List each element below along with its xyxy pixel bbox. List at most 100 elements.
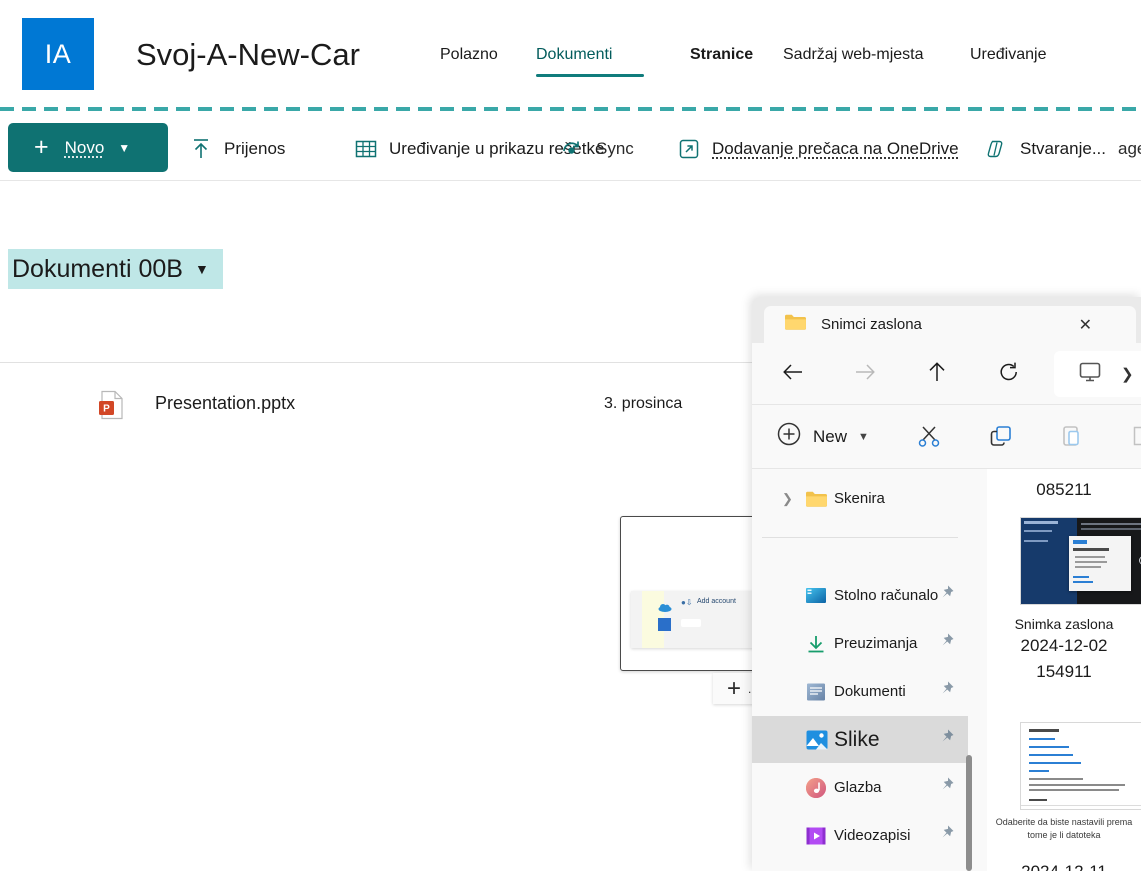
pin-icon[interactable] (937, 776, 955, 799)
explorer-new-button[interactable]: New ▼ (776, 421, 869, 452)
sidebar-item-label: Glazba (834, 779, 882, 796)
grid-app-icon (658, 618, 671, 631)
thumbnail-caption-line1: 2024-12-11 (987, 860, 1141, 871)
refresh-button[interactable] (990, 355, 1028, 393)
explorer-scrollbar-thumb[interactable] (966, 755, 972, 871)
sidebar-item-label: Stolno računalo (834, 587, 939, 604)
breadcrumb-label: Dokumenti 00B (12, 254, 183, 283)
nav-item-polazno[interactable]: Polazno (440, 46, 498, 64)
drag-preview-card[interactable]: ●⇩ Add account (620, 516, 771, 671)
pin-icon[interactable] (937, 824, 955, 847)
file-modified-date: 3. prosinca (604, 395, 683, 412)
drag-preview-thumbnail: ●⇩ Add account (631, 591, 763, 648)
up-arrow-icon (928, 361, 946, 388)
cloud-icon (658, 599, 672, 612)
chevron-down-icon: ▼ (118, 140, 131, 155)
sidebar-item-skenira[interactable]: ❯ Skenira (752, 475, 968, 522)
sidebar-item-glazba[interactable]: Glazba (752, 764, 968, 811)
create-agent-command[interactable]: Stvaranje... age (984, 132, 1141, 166)
pictures-icon (805, 729, 829, 751)
preview-pill (681, 619, 701, 627)
sidebar-item-label: Preuzimanja (834, 635, 918, 652)
new-button[interactable]: + Novo ▼ (8, 123, 168, 172)
copy-icon (988, 423, 1014, 454)
sync-command[interactable]: Sync (560, 132, 634, 166)
add-shortcut-onedrive-command[interactable]: Dodavanje prečaca na OneDrive (678, 132, 959, 166)
sidebar-item-preuzimanja[interactable]: Preuzimanja (752, 620, 968, 667)
pin-icon[interactable] (937, 584, 955, 607)
sync-command-label: Sync (596, 139, 634, 158)
chevron-down-icon[interactable]: ▼ (195, 261, 209, 277)
cut-button[interactable] (912, 421, 946, 455)
rename-icon (1131, 423, 1141, 454)
pin-icon[interactable] (937, 632, 955, 655)
explorer-body: ❯ Skenira Stolno računalo Preuzimanja Do… (752, 469, 1141, 871)
site-logo: IA (22, 18, 94, 90)
explorer-navbar: ❯ (752, 343, 1141, 405)
explorer-navigation-pane: ❯ Skenira Stolno računalo Preuzimanja Do… (752, 469, 968, 871)
breadcrumb[interactable]: Dokumenti 00B ▼ (8, 249, 223, 289)
explorer-tab-title: Snimci zaslona (821, 316, 922, 333)
refresh-icon (998, 361, 1020, 388)
sidebar-item-label: Skenira (834, 490, 885, 507)
thumbnail-caption-small: Odaberite da biste nastavili prema tome … (995, 817, 1133, 841)
desktop-icon (805, 586, 827, 606)
site-logo-text: IA (44, 38, 72, 69)
page-title: Svoj-A-New-Car (136, 37, 360, 72)
pin-icon[interactable] (937, 680, 955, 703)
thumbnail-caption-line2: 2024-12-02 (1020, 636, 1108, 655)
folder-icon (784, 313, 806, 336)
sidebar-divider (762, 537, 958, 538)
copy-button[interactable] (984, 421, 1018, 455)
plus-icon: + (727, 674, 742, 702)
sidebar-item-label: Dokumenti (834, 683, 906, 700)
video-icon (805, 825, 827, 847)
sidebar-item-label: Videozapisi (834, 827, 911, 844)
thumbnail-image (1020, 517, 1141, 605)
nav-item-dokumenti[interactable]: Dokumenti (536, 46, 612, 64)
file-list-header-divider (0, 362, 760, 363)
sidebar-item-label: Slike (834, 727, 880, 751)
up-button[interactable] (918, 355, 956, 393)
header-dashed-divider (0, 107, 1141, 111)
documents-icon (805, 682, 827, 702)
music-icon (805, 777, 827, 799)
pin-icon[interactable] (937, 728, 955, 751)
file-list-header: Name (Naziv) Izmijenjeni ▼ (0, 315, 760, 665)
sidebar-item-slike[interactable]: Slike (752, 716, 968, 763)
forward-arrow-icon (854, 363, 876, 386)
more-actions-button[interactable] (1124, 421, 1141, 455)
nav-item-stranice[interactable]: Stranice (690, 46, 753, 64)
sidebar-item-stolno-racunalo[interactable]: Stolno računalo (752, 572, 968, 619)
scissors-icon (916, 423, 942, 454)
thumbnail-caption-line1: Snimka zaslona (1014, 616, 1114, 632)
plus-circle-icon (776, 421, 802, 452)
chevron-right-icon[interactable]: ❯ (782, 491, 793, 507)
monitor-icon (1077, 360, 1103, 389)
add-account-label: Add account (697, 598, 736, 605)
explorer-tab[interactable]: Snimci zaslona ✕ (764, 306, 1136, 343)
new-button-label: Novo (64, 137, 105, 157)
table-row[interactable]: Presentation.pptx 3. prosinca (0, 380, 760, 430)
downloads-icon (805, 634, 827, 654)
paste-button (1056, 421, 1090, 455)
explorer-new-label: New (813, 426, 848, 446)
thumbnail-caption-line3: 154911 (1036, 662, 1092, 681)
nav-item-uredivanje[interactable]: Uređivanje (970, 46, 1046, 64)
upload-command[interactable]: Prijenos (190, 132, 285, 166)
sidebar-item-dokumenti[interactable]: Dokumenti (752, 668, 968, 715)
sidebar-item-videozapisi[interactable]: Videozapisi (752, 812, 968, 859)
drop-indicator-dot: . (748, 681, 752, 696)
nav-item-sadrzaj[interactable]: Sadržaj web-mjesta (783, 46, 924, 64)
address-bar[interactable]: ❯ (1054, 351, 1141, 397)
close-icon[interactable]: ✕ (1079, 315, 1092, 335)
chevron-down-icon[interactable]: ▼ (858, 431, 869, 443)
command-bar-divider (0, 180, 1141, 181)
explorer-ribbon: New ▼ (752, 405, 1141, 469)
file-name[interactable]: Presentation.pptx (155, 393, 295, 414)
sync-icon (560, 138, 584, 160)
sharepoint-header: IA Svoj-A-New-Car Polazno Dokumenti Stra… (0, 0, 1141, 108)
back-button[interactable] (774, 355, 812, 393)
chevron-right-icon[interactable]: ❯ (1121, 365, 1134, 383)
thumbnail-caption-partial: 085211 (1036, 480, 1092, 499)
